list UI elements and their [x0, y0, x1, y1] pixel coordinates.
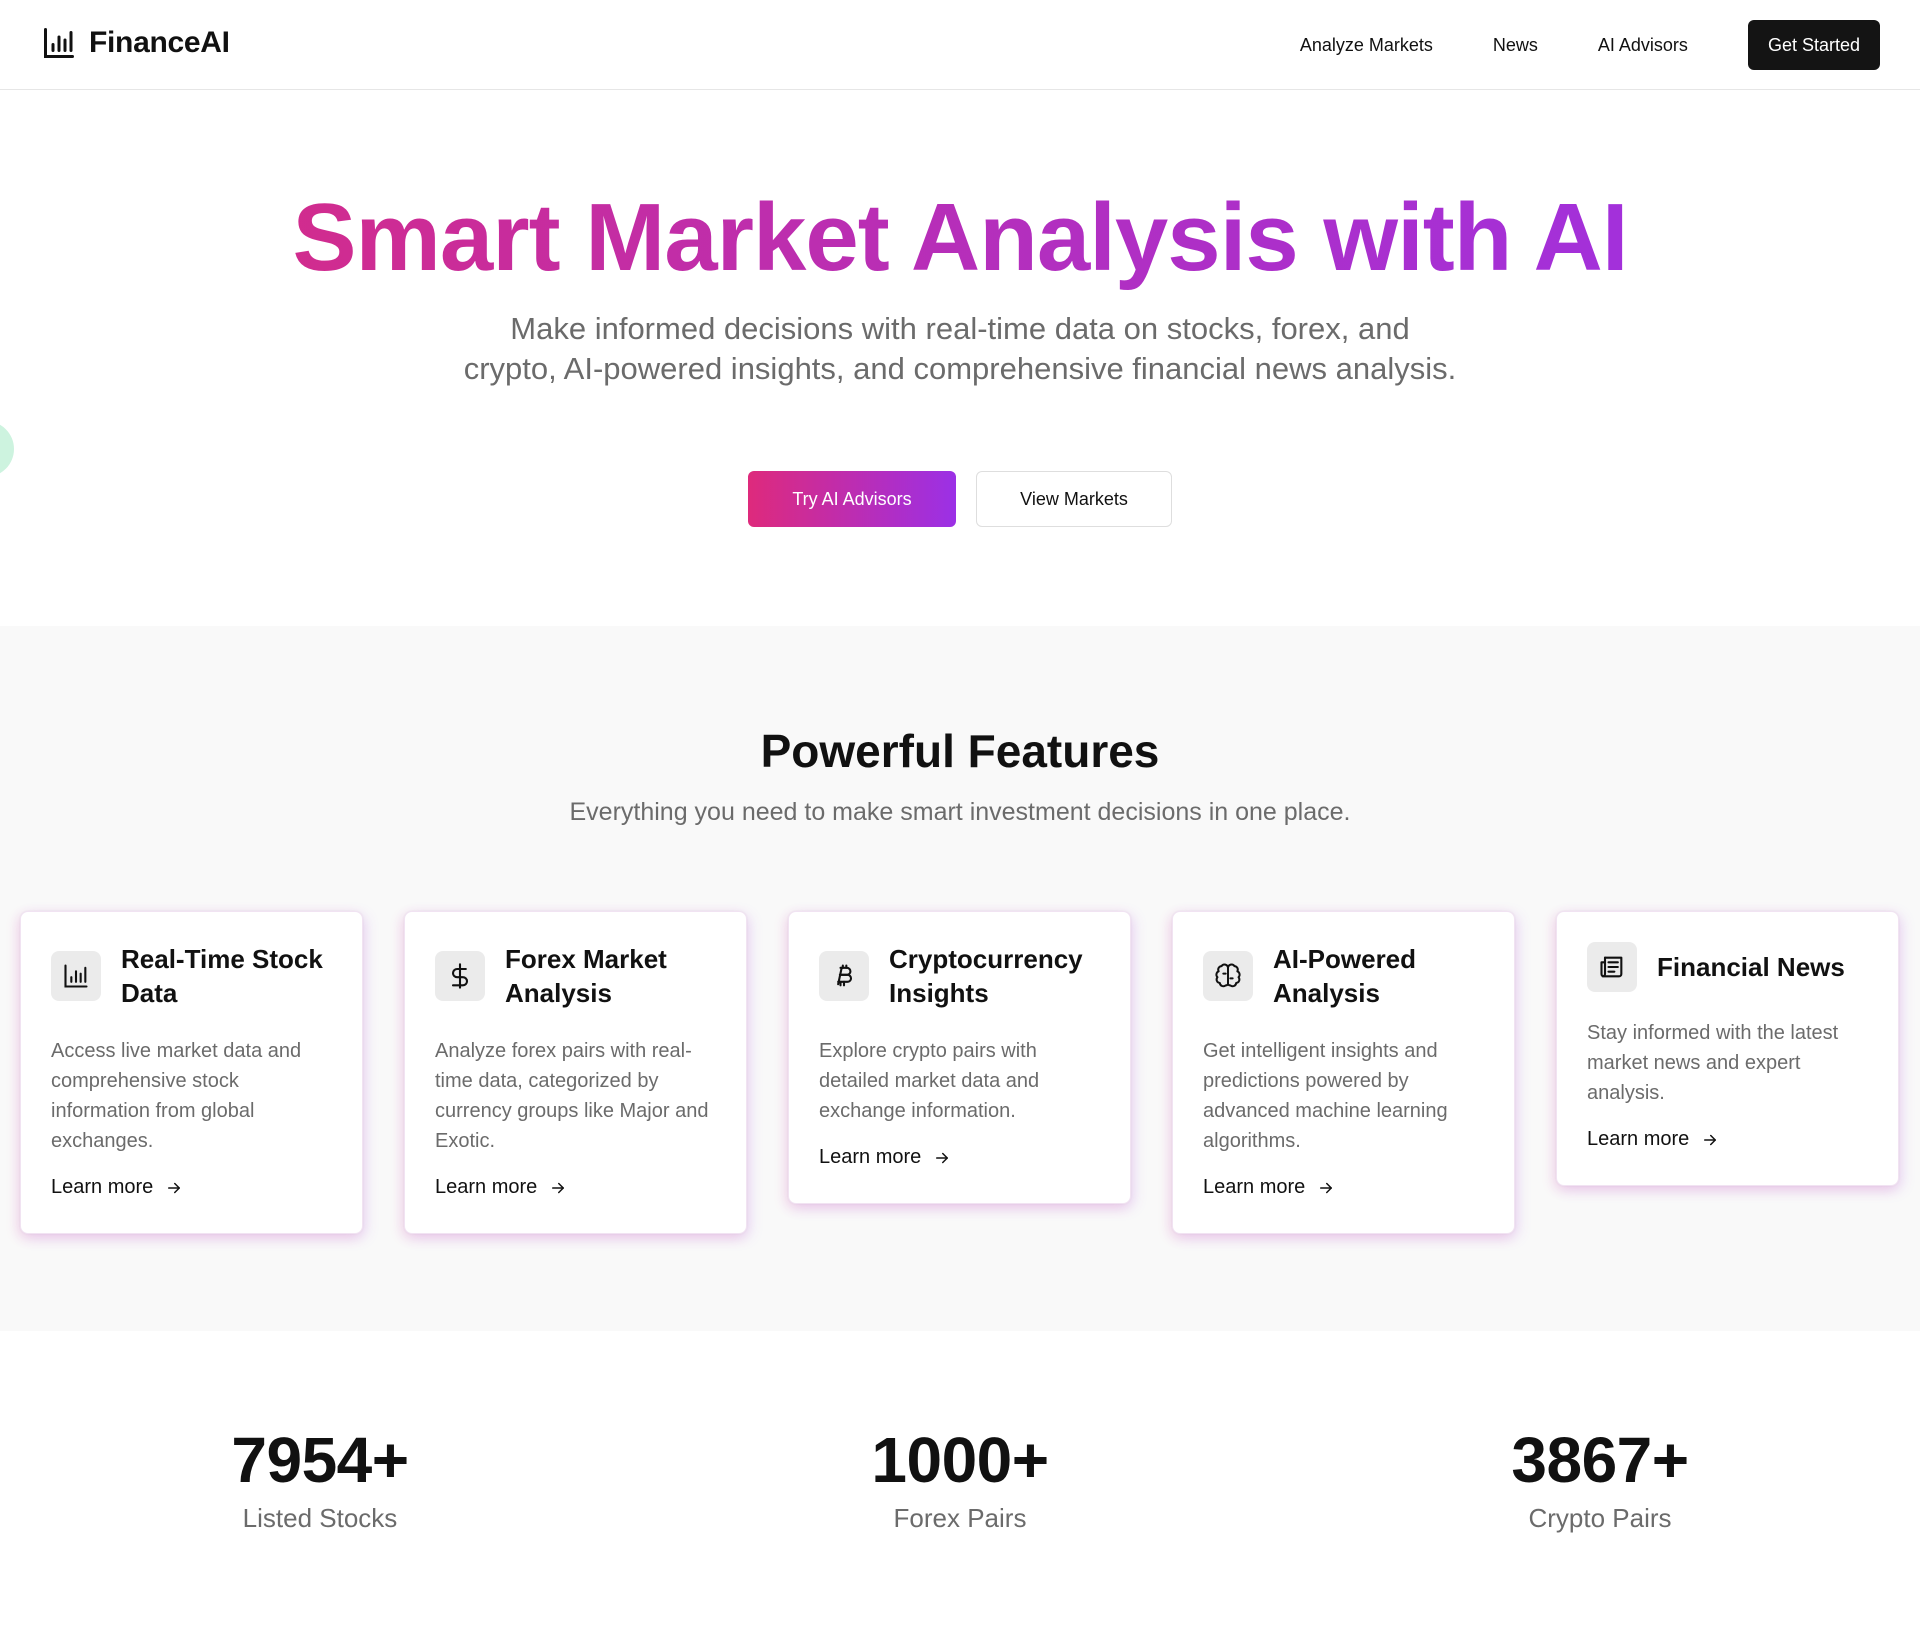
stat-label: Forex Pairs	[893, 1503, 1027, 1533]
get-started-button[interactable]: Get Started	[1747, 20, 1880, 70]
hero-actions: Try AI Advisors View Markets	[0, 471, 1920, 527]
stat-label: Crypto Pairs	[1528, 1503, 1672, 1533]
card-title: AI-Powered Analysis	[1273, 944, 1417, 1008]
nav-news[interactable]: News	[1493, 20, 1538, 70]
card-header: Real-Time Stock Data	[51, 942, 332, 1010]
learn-more-link[interactable]: Learn more	[1203, 1176, 1484, 1199]
learn-more-label: Learn more	[1587, 1128, 1690, 1150]
learn-more-label: Learn more	[1203, 1176, 1306, 1198]
floating-chat-bubble[interactable]	[0, 421, 14, 477]
bar-chart-icon	[51, 951, 101, 1001]
newspaper-icon	[1587, 942, 1637, 992]
stat-label: Listed Stocks	[242, 1503, 398, 1533]
stat-crypto-pairs: 3867+ Crypto Pairs	[1400, 1423, 1800, 1534]
learn-more-link[interactable]: Learn more	[819, 1146, 1100, 1169]
arrow-right-icon	[552, 1182, 565, 1193]
arrow-right-icon	[1704, 1134, 1717, 1145]
feature-card-forex[interactable]: Forex Market Analysis Analyze forex pair…	[404, 911, 747, 1234]
brand-name: FinanceAI	[89, 26, 230, 59]
card-header: Financial News	[1587, 942, 1868, 992]
learn-more-label: Learn more	[51, 1176, 154, 1198]
feature-card-news[interactable]: Financial News Stay informed with the la…	[1556, 911, 1899, 1186]
header: FinanceAI Analyze Markets News AI Adviso…	[0, 0, 1920, 90]
dollar-icon	[435, 951, 485, 1001]
stat-listed-stocks: 7954+ Listed Stocks	[120, 1423, 520, 1534]
card-title: Forex Market Analysis	[505, 944, 667, 1008]
brain-icon	[1203, 951, 1253, 1001]
learn-more-link[interactable]: Learn more	[1587, 1128, 1868, 1151]
stat-forex-pairs: 1000+ Forex Pairs	[760, 1423, 1160, 1534]
features-section: Powerful Features Everything you need to…	[0, 626, 1920, 1331]
bar-chart-icon	[44, 28, 74, 58]
main-nav: Analyze Markets News AI Advisors Get Sta…	[1300, 20, 1880, 70]
card-header: Cryptocurrency Insights	[819, 942, 1100, 1010]
learn-more-label: Learn more	[819, 1146, 922, 1168]
nav-analyze-markets[interactable]: Analyze Markets	[1300, 20, 1433, 70]
learn-more-link[interactable]: Learn more	[435, 1176, 716, 1199]
card-title: Cryptocurrency Insights	[889, 944, 1083, 1008]
stat-value: 1000+	[871, 1424, 1049, 1496]
card-header: AI-Powered Analysis	[1203, 942, 1484, 1010]
card-description: Analyze forex pairs with real-time data,…	[435, 1040, 709, 1152]
brand-logo[interactable]: FinanceAI	[41, 25, 230, 61]
feature-card-ai-analysis[interactable]: AI-Powered Analysis Get intelligent insi…	[1172, 911, 1515, 1234]
feature-card-stocks[interactable]: Real-Time Stock Data Access live market …	[20, 911, 363, 1234]
stats-section: 7954+ Listed Stocks 1000+ Forex Pairs 38…	[0, 1331, 1920, 1637]
features-subtitle: Everything you need to make smart invest…	[569, 798, 1351, 826]
stat-value: 3867+	[1511, 1424, 1689, 1496]
hero-subtitle: Make informed decisions with real-time d…	[463, 311, 1457, 386]
feature-card-crypto[interactable]: Cryptocurrency Insights Explore crypto p…	[788, 911, 1131, 1204]
arrow-right-icon	[1320, 1182, 1333, 1193]
learn-more-label: Learn more	[435, 1176, 538, 1198]
try-ai-advisors-button[interactable]: Try AI Advisors	[748, 471, 956, 527]
card-description: Access live market data and comprehensiv…	[51, 1040, 302, 1152]
hero-section: Smart Market Analysis with AI Make infor…	[0, 91, 1920, 626]
nav-ai-advisors[interactable]: AI Advisors	[1598, 20, 1688, 70]
card-title: Financial News	[1657, 952, 1845, 982]
stat-value: 7954+	[231, 1424, 409, 1496]
arrow-right-icon	[936, 1152, 949, 1163]
card-description: Get intelligent insights and predictions…	[1203, 1040, 1448, 1152]
view-markets-button[interactable]: View Markets	[976, 471, 1172, 527]
card-header: Forex Market Analysis	[435, 942, 716, 1010]
card-description: Explore crypto pairs with detailed marke…	[819, 1040, 1040, 1122]
learn-more-link[interactable]: Learn more	[51, 1176, 332, 1199]
arrow-right-icon	[168, 1182, 181, 1193]
card-title: Real-Time Stock Data	[121, 944, 323, 1008]
hero-title: Smart Market Analysis with AI	[0, 183, 1920, 293]
bitcoin-icon	[819, 951, 869, 1001]
features-title: Powerful Features	[760, 725, 1160, 777]
card-description: Stay informed with the latest market new…	[1587, 1022, 1839, 1104]
